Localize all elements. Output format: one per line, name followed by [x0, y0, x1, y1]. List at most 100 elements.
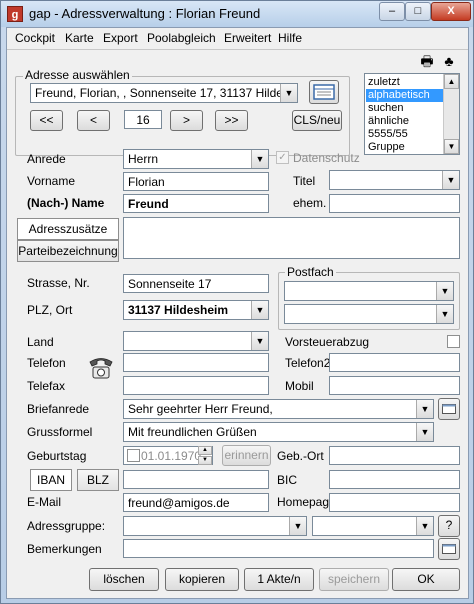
chevron-down-icon[interactable]: ▼: [280, 84, 297, 102]
nav-next-button[interactable]: >: [170, 110, 203, 131]
sort-option-5555[interactable]: 5555/55: [366, 128, 444, 141]
nav-prev-button[interactable]: <: [77, 110, 110, 131]
tab-adresszusaetze[interactable]: Adresszusätze: [17, 218, 119, 240]
briefanrede-combo[interactable]: Sehr geehrter Herr Freund, ▼: [123, 399, 434, 419]
chevron-down-icon[interactable]: ▼: [289, 517, 306, 535]
save-button[interactable]: speichern: [319, 568, 389, 591]
erinnern-button[interactable]: erinnern: [222, 445, 271, 466]
chevron-down-icon[interactable]: ▼: [416, 400, 433, 418]
address-select-group-label: Adresse auswählen: [23, 68, 132, 82]
land-combo[interactable]: ▼: [123, 331, 269, 351]
anrede-combo[interactable]: Herrn ▼: [123, 149, 269, 169]
menu-export[interactable]: Export: [103, 31, 138, 45]
address-select-value: Freund, Florian, , Sonnenseite 17, 31137…: [35, 86, 298, 100]
plz-ort-combo[interactable]: 31137 Hildesheim ▼: [123, 300, 269, 320]
telefon-field[interactable]: [123, 353, 269, 372]
geb-ort-field[interactable]: [329, 446, 460, 465]
adresszusaetze-textarea[interactable]: [123, 217, 460, 259]
mobil-field[interactable]: [329, 376, 460, 395]
spin-down-icon[interactable]: ▼: [198, 456, 212, 465]
address-card-button[interactable]: [309, 80, 339, 104]
nav-first-button[interactable]: <<: [30, 110, 63, 131]
telefax-field[interactable]: [123, 376, 269, 395]
postfach-plz-combo[interactable]: ▼: [284, 304, 454, 324]
geb-ort-label: Geb.-Ort: [277, 449, 324, 463]
email-field[interactable]: freund@amigos.de: [123, 493, 269, 512]
bemerkungen-field[interactable]: [123, 539, 434, 558]
menu-hilfe[interactable]: Hilfe: [278, 31, 302, 45]
sort-option-gruppe[interactable]: Gruppe: [366, 141, 444, 154]
postfach-label: Postfach: [285, 265, 336, 279]
menu-cockpit[interactable]: Cockpit: [15, 31, 55, 45]
iban-field[interactable]: [123, 470, 269, 489]
window-title: gap - Adressverwaltung : Florian Freund: [29, 6, 261, 21]
clubs-icon[interactable]: ♣: [440, 52, 458, 70]
maximize-button[interactable]: □: [405, 2, 431, 21]
spin-up-icon[interactable]: ▲: [198, 446, 212, 455]
chevron-down-icon[interactable]: ▼: [251, 332, 268, 350]
scroll-up-icon[interactable]: ▲: [444, 74, 459, 89]
sort-option-alphabetisch[interactable]: alphabetisch: [366, 89, 444, 102]
chevron-down-icon[interactable]: ▼: [251, 150, 268, 168]
help-button[interactable]: ?: [438, 515, 460, 537]
geburtstag-checkbox[interactable]: [127, 449, 140, 462]
adressgruppe2-combo[interactable]: ▼: [312, 516, 434, 536]
geburtstag-label: Geburtstag: [27, 449, 87, 463]
telefon-label: Telefon: [27, 356, 66, 370]
briefanrede-edit-button[interactable]: [438, 398, 460, 420]
chevron-down-icon[interactable]: ▼: [251, 301, 268, 319]
files-button[interactable]: 1 Akte/n: [244, 568, 314, 591]
datenschutz-checkbox[interactable]: ✓: [276, 151, 289, 164]
close-button[interactable]: X: [431, 2, 471, 21]
adressgruppe-label: Adressgruppe:: [27, 519, 106, 533]
grussformel-value: Mit freundlichen Grüßen: [128, 425, 257, 439]
chevron-down-icon[interactable]: ▼: [416, 517, 433, 535]
menu-erweitert[interactable]: Erweitert: [224, 31, 271, 45]
chevron-down-icon[interactable]: ▼: [436, 282, 453, 300]
delete-button[interactable]: löschen: [89, 568, 159, 591]
ehem-field[interactable]: [329, 194, 460, 213]
adressgruppe-combo[interactable]: ▼: [123, 516, 307, 536]
vorsteuerabzug-checkbox[interactable]: [447, 335, 460, 348]
titel-combo[interactable]: ▼: [329, 170, 460, 190]
datenschutz-label: Datenschutz: [293, 151, 360, 165]
copy-button[interactable]: kopieren: [165, 568, 239, 591]
sort-option-zuletzt[interactable]: zuletzt: [366, 76, 444, 89]
telefon2-field[interactable]: [329, 353, 460, 372]
postfach-combo[interactable]: ▼: [284, 281, 454, 301]
chevron-down-icon[interactable]: ▼: [416, 423, 433, 441]
telefon2-label: Telefon2: [285, 356, 331, 370]
homepage-field[interactable]: [329, 493, 460, 512]
bemerkungen-edit-button[interactable]: [438, 538, 460, 560]
scroll-down-icon[interactable]: ▼: [444, 139, 459, 154]
nachname-field[interactable]: Freund: [123, 194, 269, 213]
strasse-label: Strasse, Nr.: [27, 276, 90, 290]
sort-mode-list[interactable]: zuletzt alphabetisch suchen ähnliche 555…: [364, 73, 460, 155]
tab-parteibezeichnung[interactable]: Parteibezeichnung: [17, 240, 119, 262]
title-bar[interactable]: g gap - Adressverwaltung : Florian Freun…: [1, 1, 473, 27]
strasse-field[interactable]: Sonnenseite 17: [123, 274, 269, 293]
menu-karte[interactable]: Karte: [65, 31, 94, 45]
record-number-field[interactable]: 16: [124, 110, 162, 129]
printer-icon[interactable]: 🖶: [418, 52, 436, 70]
address-select-combo[interactable]: Freund, Florian, , Sonnenseite 17, 31137…: [30, 83, 298, 103]
ok-button[interactable]: OK: [392, 568, 460, 591]
grussformel-combo[interactable]: Mit freundlichen Grüßen ▼: [123, 422, 434, 442]
tab-iban[interactable]: IBAN: [30, 469, 72, 491]
menu-poolabgleich[interactable]: Poolabgleich: [147, 31, 216, 45]
plz-ort-value: 31137 Hildesheim: [128, 303, 229, 317]
telephone-icon[interactable]: [87, 354, 115, 380]
tab-blz[interactable]: BLZ: [77, 469, 119, 491]
chevron-down-icon[interactable]: ▼: [436, 305, 453, 323]
bic-field[interactable]: [329, 470, 460, 489]
sort-option-aehnliche[interactable]: ähnliche: [366, 115, 444, 128]
cls-new-button[interactable]: CLS/neu: [292, 110, 342, 131]
nav-last-button[interactable]: >>: [215, 110, 248, 131]
minimize-button[interactable]: ‒: [379, 2, 405, 21]
sort-list-scrollbar[interactable]: ▲ ▼: [443, 74, 459, 154]
window-icon: [442, 544, 456, 554]
form-client-area: Cockpit Karte Export Poolabgleich Erweit…: [6, 27, 469, 599]
vorname-field[interactable]: Florian: [123, 172, 269, 191]
sort-option-suchen[interactable]: suchen: [366, 102, 444, 115]
chevron-down-icon[interactable]: ▼: [442, 171, 459, 189]
